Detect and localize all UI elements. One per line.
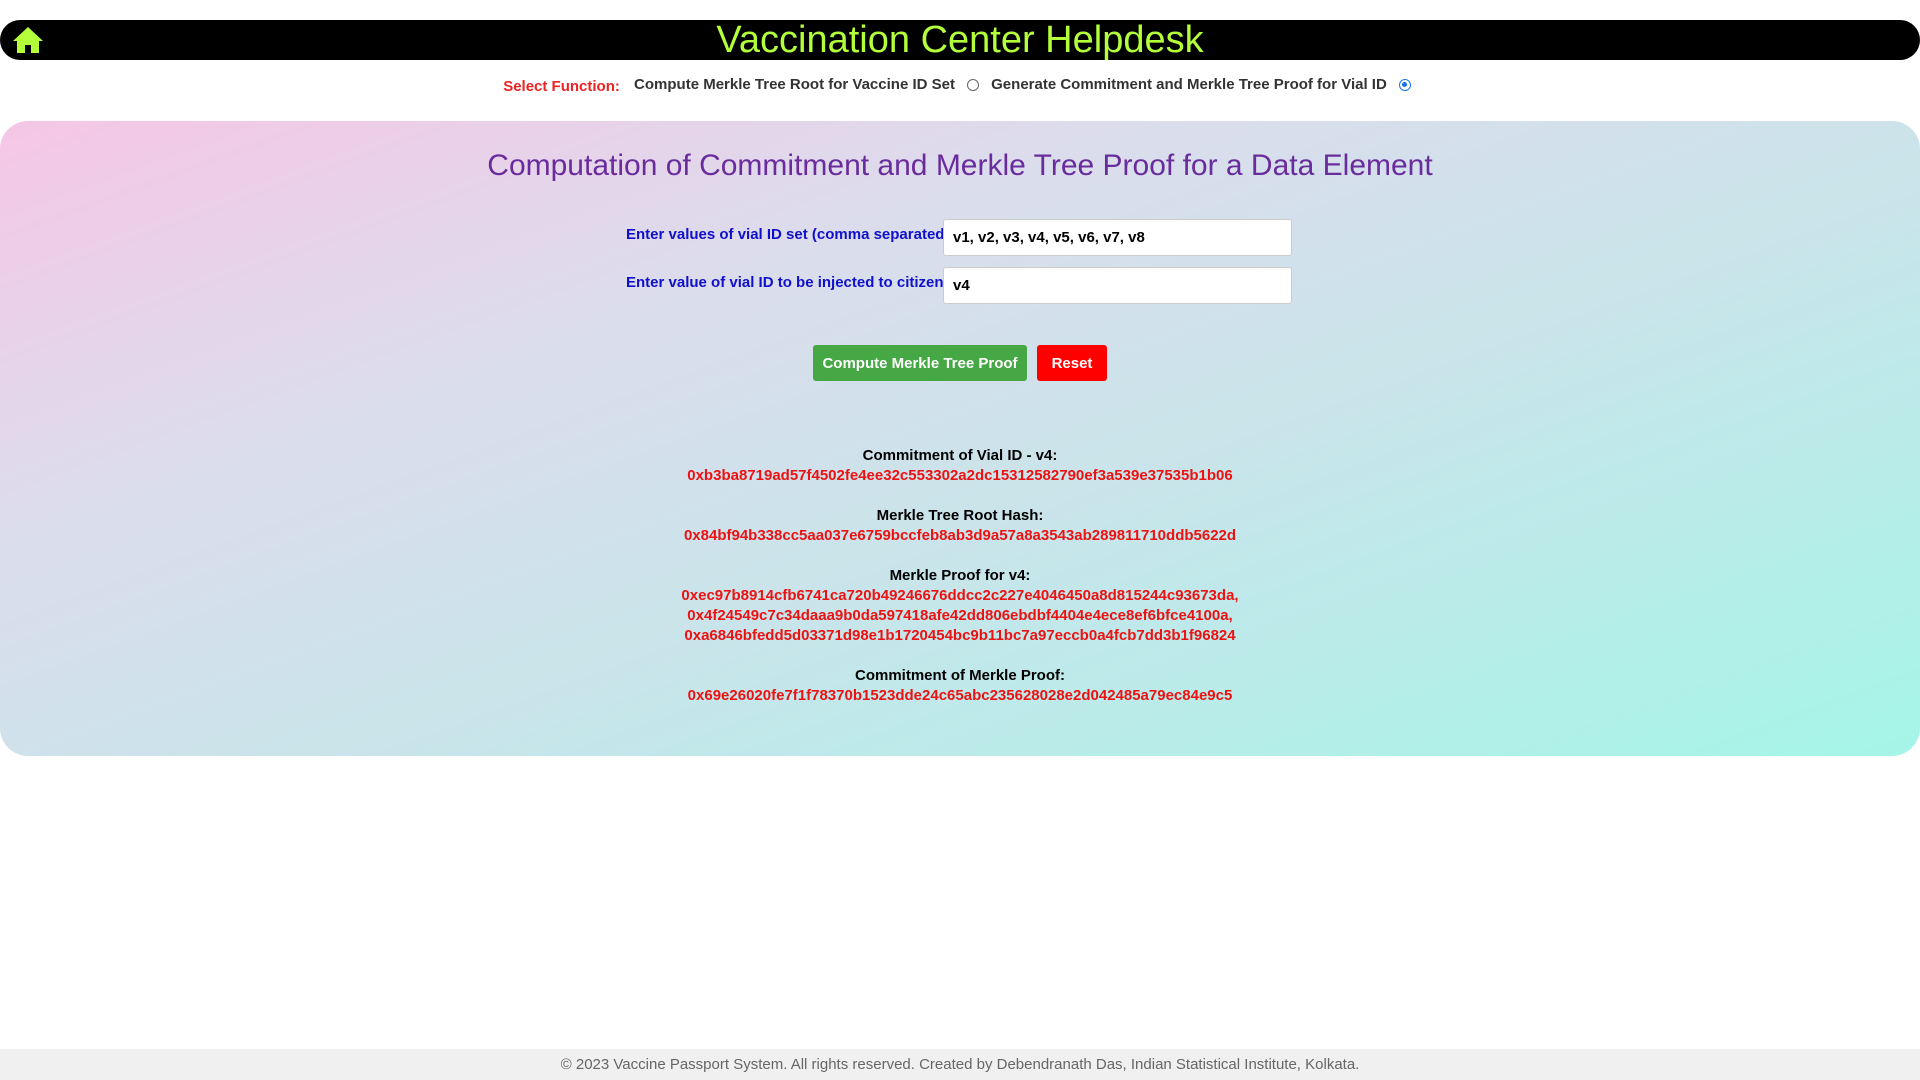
commitment-label: Commitment of Vial ID - v4: <box>862 447 1058 464</box>
vial-id-input[interactable] <box>943 267 1292 304</box>
vial-id-label: Enter value of vial ID to be injected to… <box>626 274 949 291</box>
panel-title: Computation of Commitment and Merkle Tre… <box>487 149 1433 182</box>
option-merkle-root-label: Compute Merkle Tree Root for Vaccine ID … <box>634 76 955 93</box>
footer: © 2023 Vaccine Passport System. All righ… <box>0 1049 1920 1080</box>
merkle-proof-value: 0xec97b8914cfb6741ca720b49246676ddcc2c22… <box>681 587 1239 604</box>
results-section: Commitment of Vial ID - v4: 0xb3ba8719ad… <box>0 446 1920 726</box>
commitment-value: 0xb3ba8719ad57f4502fe4ee32c553302a2dc153… <box>687 467 1233 484</box>
proof-commitment-value: 0x69e26020fe7f1f78370b1523dde24c65abc235… <box>687 687 1233 704</box>
merkle-proof-value: 0x4f24549c7c34daaa9b0da597418afe42dd806e… <box>687 607 1233 624</box>
vial-set-input[interactable] <box>943 219 1292 256</box>
select-function-label: Select Function: <box>503 78 620 95</box>
option-commitment-proof-label: Generate Commitment and Merkle Tree Proo… <box>991 76 1387 93</box>
root-hash-label: Merkle Tree Root Hash: <box>876 507 1044 524</box>
vial-set-label: Enter values of vial ID set (comma separ… <box>626 226 955 243</box>
merkle-proof-label: Merkle Proof for v4: <box>889 567 1031 584</box>
merkle-proof-value: 0xa6846bfedd5d03371d98e1b1720454bc9b11bc… <box>684 627 1236 644</box>
header-bar: Vaccination Center Helpdesk <box>0 20 1920 60</box>
reset-button[interactable]: Reset <box>1037 345 1107 381</box>
function-selector: Select Function: Compute Merkle Tree Roo… <box>0 76 1920 95</box>
header-title: Vaccination Center Helpdesk <box>716 19 1204 61</box>
main-panel: Computation of Commitment and Merkle Tre… <box>0 121 1920 756</box>
option-merkle-root-radio[interactable] <box>966 79 979 91</box>
option-commitment-proof-radio[interactable] <box>1398 79 1411 91</box>
proof-commitment-label: Commitment of Merkle Proof: <box>854 667 1065 684</box>
root-hash-value: 0x84bf94b338cc5aa037e6759bccfeb8ab3d9a57… <box>683 527 1237 544</box>
compute-merkle-proof-button[interactable]: Compute Merkle Tree Proof <box>813 345 1027 381</box>
